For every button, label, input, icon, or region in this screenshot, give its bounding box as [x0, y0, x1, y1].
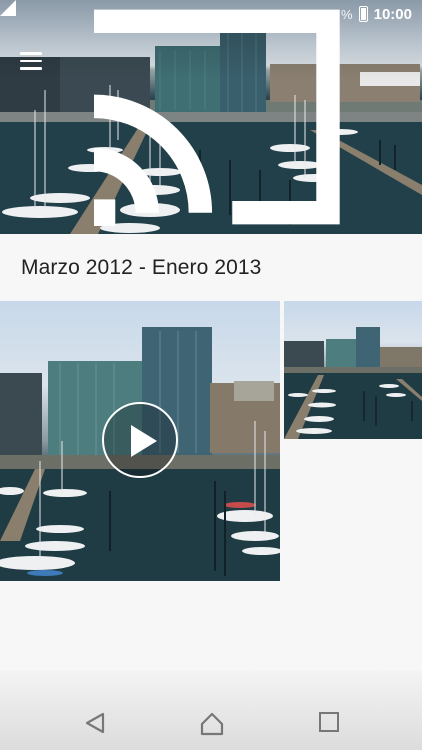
photo-thumbnail[interactable] [284, 301, 422, 439]
navigation-bar [0, 670, 422, 750]
album-title: Marzo 2012 - Enero 2013 [21, 256, 262, 279]
home-icon[interactable] [200, 712, 224, 736]
cast-icon[interactable] [0, 0, 422, 234]
back-triangle-icon[interactable] [84, 712, 106, 734]
gallery-screen: 100 % 10:00 Marzo 2012 - Enero 2013 [0, 0, 422, 750]
album-cover-photo: 100 % 10:00 [0, 0, 422, 234]
play-icon[interactable] [102, 402, 178, 478]
recent-apps-icon[interactable] [319, 712, 339, 732]
